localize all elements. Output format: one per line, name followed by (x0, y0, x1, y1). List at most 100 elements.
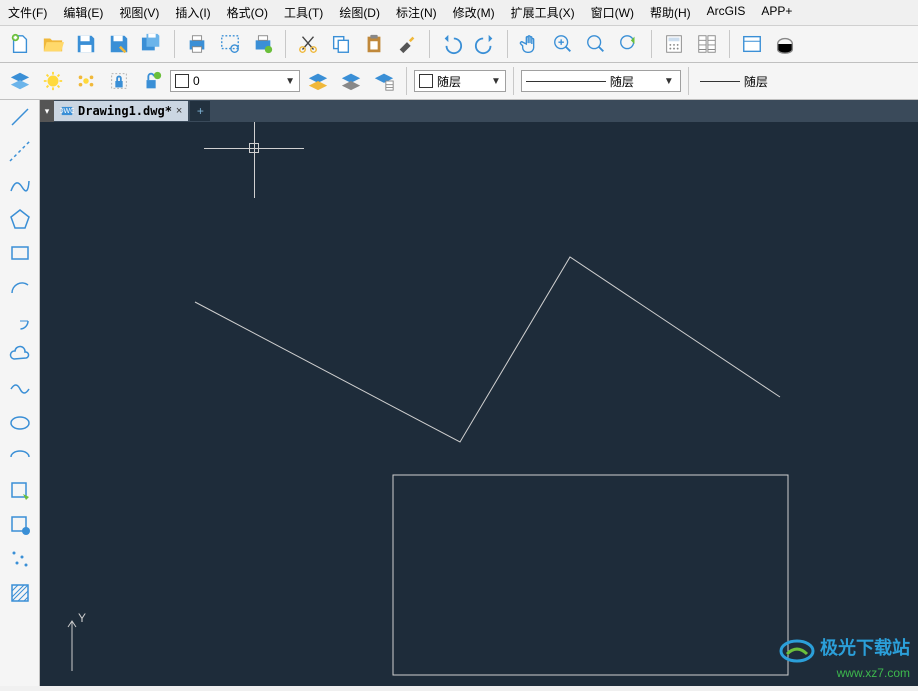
linetype-bylayer-label: 随层 (610, 73, 660, 90)
lineweight-dropdown[interactable]: 随层 (696, 70, 798, 92)
undo-button[interactable] (437, 29, 467, 59)
ucs-icon: Y (60, 613, 100, 676)
arc-tool[interactable] (0, 272, 39, 302)
layer-color-swatch (175, 74, 189, 88)
menu-view[interactable]: 视图(V) (111, 2, 167, 23)
menu-edit[interactable]: 编辑(E) (55, 2, 111, 23)
make-block-tool[interactable] (0, 510, 39, 540)
cut-button[interactable] (293, 29, 323, 59)
document-tab[interactable]: DWG Drawing1.dwg* × (54, 101, 188, 121)
menu-annotate[interactable]: 标注(N) (388, 2, 445, 23)
new-file-button[interactable] (5, 29, 35, 59)
svg-text:DWG: DWG (60, 108, 74, 115)
drawing-entities (40, 122, 918, 686)
separator (507, 30, 508, 58)
menu-help[interactable]: 帮助(H) (642, 2, 699, 23)
menu-arcgis[interactable]: ArcGIS (699, 2, 754, 23)
menu-file[interactable]: 文件(F) (0, 2, 55, 23)
menu-window[interactable]: 窗口(W) (583, 2, 642, 23)
pan-button[interactable] (515, 29, 545, 59)
tab-scroll-button[interactable]: ▾ (40, 100, 54, 122)
standard-toolbar (0, 26, 918, 63)
save-all-button[interactable] (137, 29, 167, 59)
polygon-tool[interactable] (0, 204, 39, 234)
layer-states-button[interactable] (336, 66, 366, 96)
redo-button[interactable] (470, 29, 500, 59)
layer-manager-button[interactable] (5, 66, 35, 96)
layer-lock-button[interactable] (104, 66, 134, 96)
layer-unlock-button[interactable] (137, 66, 167, 96)
linetype-dropdown[interactable]: 随层 ▼ (521, 70, 681, 92)
save-as-button[interactable] (104, 29, 134, 59)
watermark: 极光下载站 www.xz7.com (777, 634, 910, 680)
watermark-title: 极光下载站 (820, 638, 910, 658)
separator (688, 67, 689, 95)
zoom-previous-button[interactable] (614, 29, 644, 59)
paste-button[interactable] (359, 29, 389, 59)
plot-button[interactable] (248, 29, 278, 59)
color-bylayer-label: 随层 (437, 73, 487, 90)
separator (174, 30, 175, 58)
color-dropdown[interactable]: 随层 ▼ (414, 70, 506, 92)
separator (729, 30, 730, 58)
layer-isolate-button[interactable] (369, 66, 399, 96)
menu-extend[interactable]: 扩展工具(X) (503, 2, 583, 23)
spline-tool[interactable] (0, 374, 39, 404)
layer-current-name: 0 (193, 74, 243, 88)
lineweight-bylayer-label: 随层 (744, 73, 794, 90)
document-tab-bar: ▾ DWG Drawing1.dwg* × + (40, 100, 918, 122)
open-file-button[interactable] (38, 29, 68, 59)
layer-freeze-button[interactable] (71, 66, 101, 96)
copy-button[interactable] (326, 29, 356, 59)
ellipse-tool[interactable] (0, 408, 39, 438)
menu-bar: 文件(F) 编辑(E) 视图(V) 插入(I) 格式(O) 工具(T) 绘图(D… (0, 0, 918, 26)
layer-state-button[interactable] (38, 66, 68, 96)
menu-tools[interactable]: 工具(T) (276, 2, 331, 23)
xline-tool[interactable] (0, 136, 39, 166)
layer-props-toolbar: 0 ▼ 随层 ▼ 随层 ▼ 随层 (0, 63, 918, 100)
color-swatch (419, 74, 433, 88)
cloud-tool[interactable] (0, 340, 39, 370)
print-preview-button[interactable] (215, 29, 245, 59)
menu-insert[interactable]: 插入(I) (167, 2, 218, 23)
watermark-url: www.xz7.com (837, 666, 910, 680)
lineweight-sample (700, 81, 740, 82)
dropdown-arrow-icon: ▼ (664, 76, 674, 87)
rectangle-tool[interactable] (0, 238, 39, 268)
linetype-sample (526, 81, 606, 82)
menu-app[interactable]: APP+ (753, 2, 800, 23)
separator (651, 30, 652, 58)
main-area: ▾ DWG Drawing1.dwg* × + Y 极光下载站 (0, 100, 918, 686)
polyline-tool[interactable] (0, 170, 39, 200)
ellipse-arc-tool[interactable] (0, 442, 39, 472)
zoom-realtime-button[interactable] (548, 29, 578, 59)
layer-dropdown[interactable]: 0 ▼ (170, 70, 300, 92)
zoom-window-button[interactable] (581, 29, 611, 59)
match-properties-button[interactable] (392, 29, 422, 59)
separator (406, 67, 407, 95)
document-tab-title: Drawing1.dwg* (78, 104, 172, 118)
line-tool[interactable] (0, 102, 39, 132)
menu-modify[interactable]: 修改(M) (445, 2, 503, 23)
dropdown-arrow-icon: ▼ (285, 76, 295, 87)
properties-button[interactable] (692, 29, 722, 59)
design-center-button[interactable] (737, 29, 767, 59)
circle-arc-tool[interactable] (0, 306, 39, 336)
menu-draw[interactable]: 绘图(D) (331, 2, 388, 23)
print-button[interactable] (182, 29, 212, 59)
draw-toolbar (0, 100, 40, 686)
menu-format[interactable]: 格式(O) (219, 2, 276, 23)
new-tab-button[interactable]: + (190, 101, 210, 121)
layer-previous-button[interactable] (303, 66, 333, 96)
tool-palette-button[interactable] (770, 29, 800, 59)
save-button[interactable] (71, 29, 101, 59)
ucs-y-label: Y (78, 611, 86, 625)
hatch-tool[interactable] (0, 578, 39, 608)
tab-close-button[interactable]: × (176, 105, 182, 117)
calculator-button[interactable] (659, 29, 689, 59)
separator (429, 30, 430, 58)
drawing-canvas[interactable]: Y 极光下载站 www.xz7.com (40, 122, 918, 686)
insert-block-tool[interactable] (0, 476, 39, 506)
dropdown-arrow-icon: ▼ (491, 76, 501, 87)
point-tool[interactable] (0, 544, 39, 574)
